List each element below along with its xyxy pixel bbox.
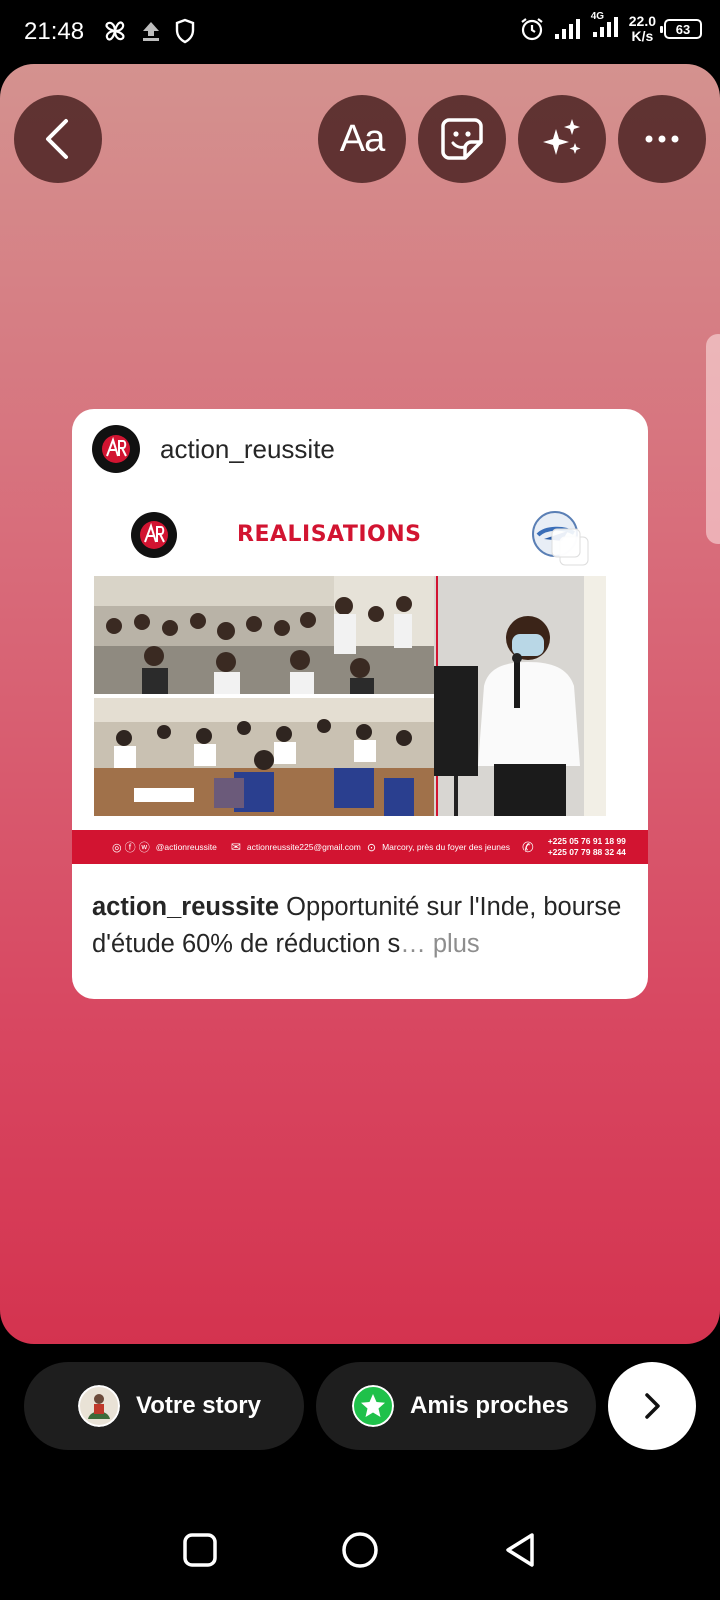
side-drawer-handle[interactable] [706, 334, 720, 544]
caption-ellipsis: … [400, 930, 426, 958]
image-contact-footer: ◎ ⓕ ⓦ @actionreussite ✉ actionreussite22… [72, 830, 648, 864]
status-time: 21:48 [24, 18, 85, 45]
image-title: REALISATIONS [237, 522, 422, 547]
post-caption[interactable]: action_reussite Opportunité sur l'Inde, … [92, 889, 632, 963]
shield-icon [175, 18, 195, 44]
signal-icon [554, 19, 580, 39]
signal-4g: 4G [591, 11, 621, 44]
chevron-right-icon [645, 1393, 660, 1419]
post-author-avatar [92, 425, 140, 473]
footer-location: Marcory, près du foyer des jeunes [382, 842, 510, 852]
your-story-button[interactable]: Votre story [24, 1362, 304, 1450]
action-reussite-logo [93, 426, 139, 472]
home-icon[interactable] [341, 1531, 379, 1569]
story-canvas[interactable]: Aa action_reussite REALISATIONS ◎ ⓕ ⓦ @a… [0, 64, 720, 1344]
text-tool-button[interactable]: Aa [318, 95, 406, 183]
close-friends-button[interactable]: Amis proches [316, 1362, 596, 1450]
sparkles-icon [543, 119, 581, 155]
close-friends-label: Amis proches [410, 1392, 569, 1419]
battery-level: 63 [675, 21, 691, 37]
sticker-icon [441, 118, 483, 160]
footer-phone-2: +225 07 79 88 32 44 [547, 847, 626, 857]
network-type: 4G [590, 10, 605, 22]
location-icon: ⊙ [366, 841, 377, 854]
upload-icon [143, 22, 159, 41]
status-left-icons [102, 18, 196, 44]
footer-email: actionreussite225@gmail.com [246, 842, 361, 852]
mail-icon: ✉ [230, 840, 241, 854]
effects-button[interactable] [518, 95, 606, 183]
caption-username: action_reussite [92, 893, 280, 921]
chevron-left-icon [46, 119, 68, 159]
more-options-button[interactable] [618, 95, 706, 183]
your-story-label: Votre story [136, 1392, 261, 1419]
status-right-icons: 4G 22.0 K/s 63 [519, 11, 702, 44]
photo-audience [94, 576, 434, 694]
footer-phones: +225 05 76 91 18 99 +225 07 79 88 32 44 [548, 836, 626, 858]
system-nav-bar [0, 1500, 720, 1600]
alarm-icon [521, 18, 543, 41]
footer-phone-1: +225 05 76 91 18 99 [547, 836, 626, 846]
back-button[interactable] [14, 95, 102, 183]
brand-logo [131, 512, 177, 558]
post-username[interactable]: action_reussite [160, 434, 335, 465]
shared-post-card[interactable]: action_reussite REALISATIONS ◎ ⓕ ⓦ @acti… [72, 409, 648, 999]
share-next-button[interactable] [608, 1362, 696, 1450]
close-friends-star-icon [352, 1385, 394, 1427]
social-icons: ◎ ⓕ ⓦ [112, 842, 150, 854]
network-speed: 22.0 K/s [629, 14, 656, 44]
text-tool-label: Aa [339, 117, 385, 160]
caption-more-link[interactable]: plus [426, 930, 480, 958]
more-icon [645, 135, 679, 143]
pinwheel-icon [105, 21, 125, 41]
footer-handle: @actionreussite [155, 842, 217, 852]
your-story-avatar [78, 1385, 120, 1427]
sticker-button[interactable] [418, 95, 506, 183]
post-image[interactable]: REALISATIONS ◎ ⓕ ⓦ @actionreussite ✉ act… [72, 489, 648, 864]
speed-unit: K/s [631, 28, 654, 44]
carousel-icon [551, 528, 589, 566]
photo-speaker [434, 576, 606, 816]
battery-icon: 63 [660, 19, 702, 39]
speed-value: 22.0 [628, 13, 656, 29]
recents-icon[interactable] [182, 1532, 218, 1568]
post-header: action_reussite [92, 425, 335, 473]
back-nav-icon[interactable] [502, 1531, 538, 1569]
phone-icon: ✆ [521, 838, 534, 855]
photo-students [94, 698, 434, 816]
status-bar: 21:48 4G 22.0 K/s 63 [0, 0, 720, 64]
